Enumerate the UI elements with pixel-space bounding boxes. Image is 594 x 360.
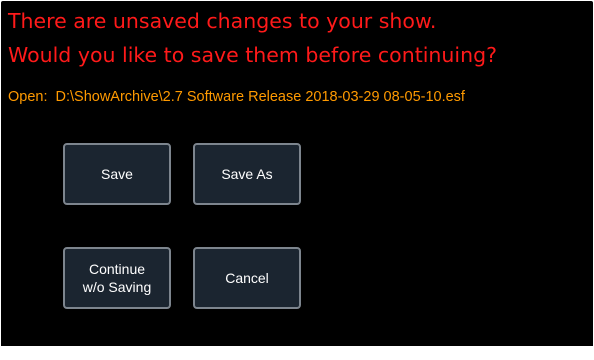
save-button-label: Save <box>101 166 133 182</box>
file-path-text: D:\ShowArchive\2.7 Software Release 2018… <box>55 89 465 105</box>
continue-without-saving-button[interactable]: Continue w/o Saving <box>63 247 171 309</box>
continue-button-label-line-1: Continue <box>88 261 146 277</box>
cancel-button[interactable]: Cancel <box>193 247 301 309</box>
cancel-button-label: Cancel <box>225 270 269 286</box>
unsaved-changes-dialog: There are unsaved changes to your show. … <box>1 1 593 346</box>
continue-button-label-line-2: w/o Saving <box>82 279 152 295</box>
save-as-button[interactable]: Save As <box>193 143 301 205</box>
warning-message-line-1: There are unsaved changes to your show. <box>8 9 437 33</box>
open-file-path: Open: D:\ShowArchive\2.7 Software Release… <box>8 88 465 106</box>
save-as-button-label: Save As <box>221 166 273 182</box>
open-label: Open: <box>8 89 48 105</box>
save-button[interactable]: Save <box>63 143 171 205</box>
warning-message-line-2: Would you like to save them before conti… <box>8 43 497 67</box>
